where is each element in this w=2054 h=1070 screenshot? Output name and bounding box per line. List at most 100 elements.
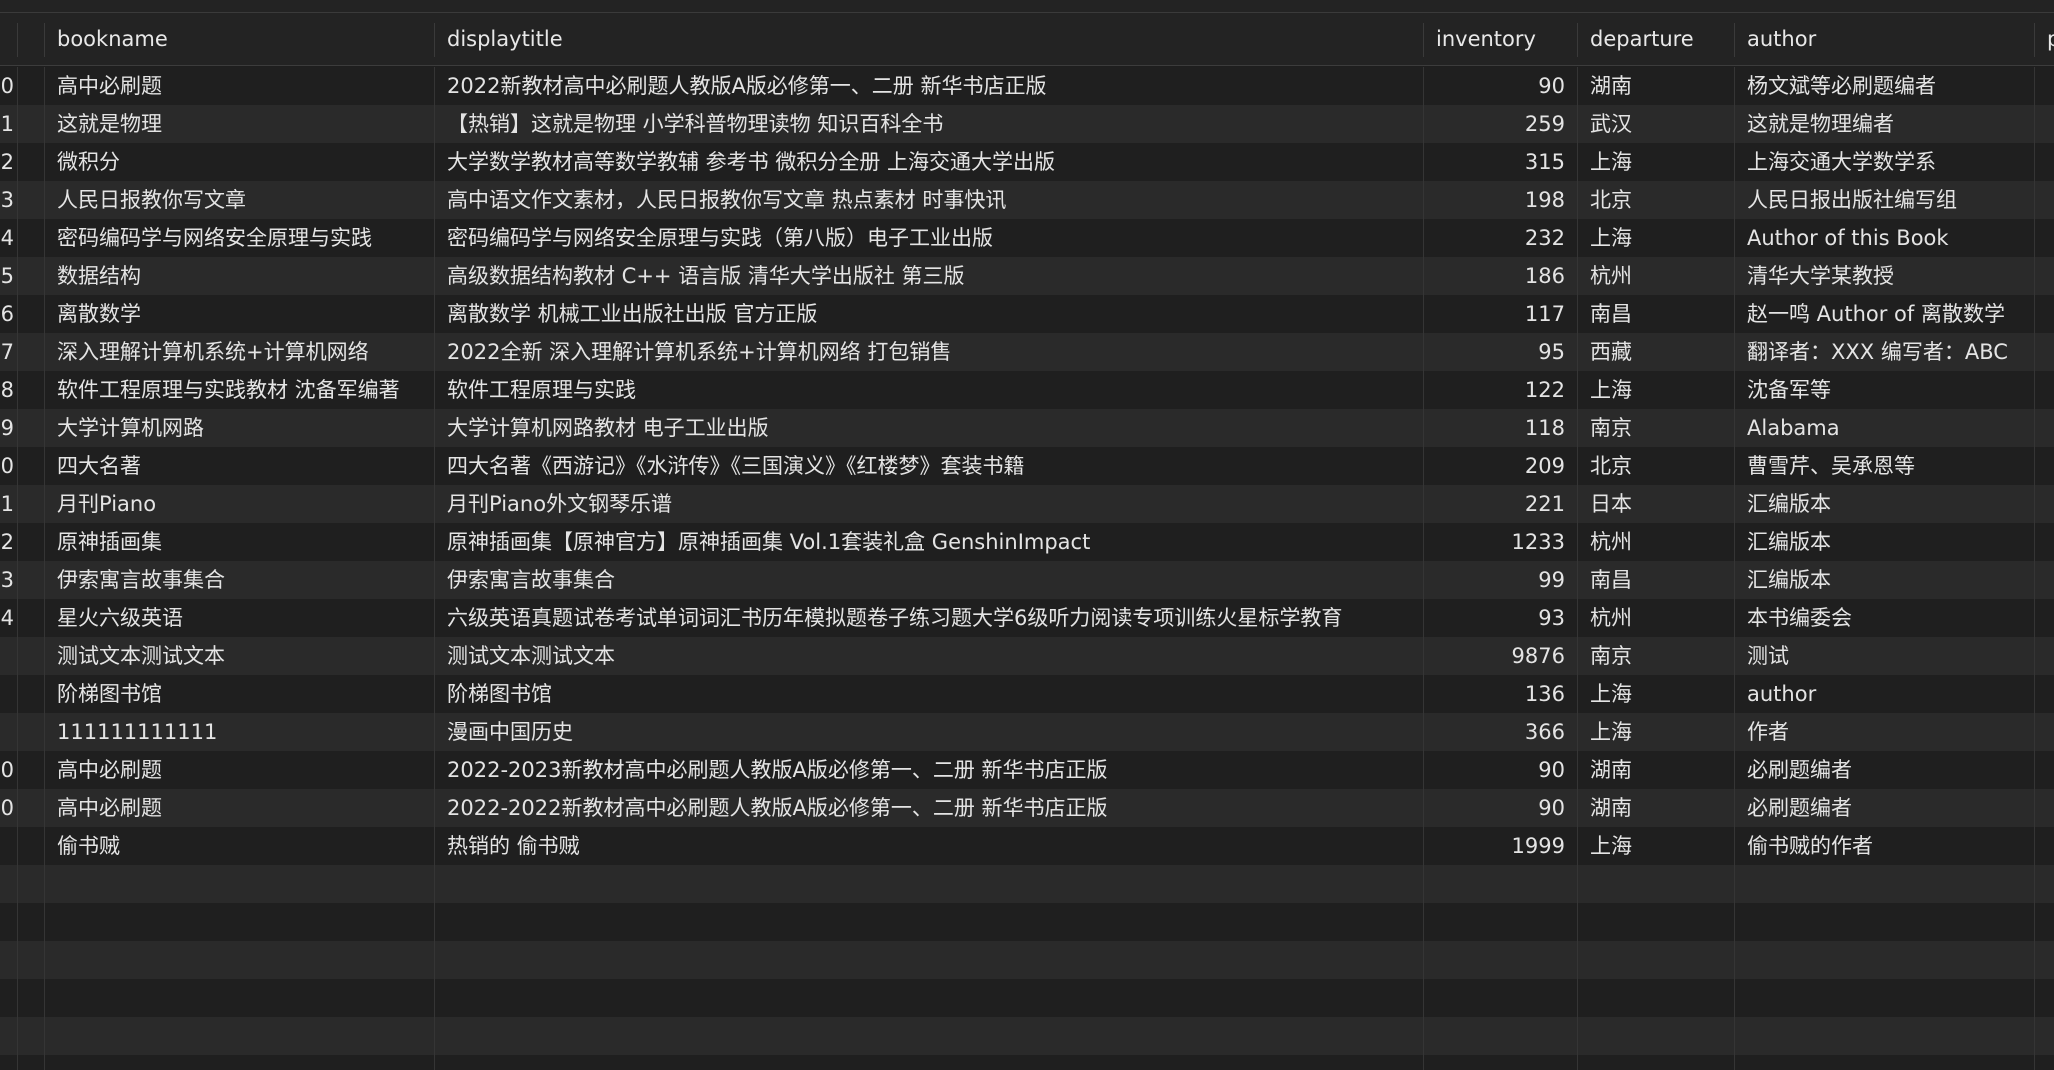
cell-displaytitle[interactable]: 六级英语真题试卷考试单词词汇书历年模拟题卷子练习题大学6级听力阅读专项训练火星标… — [434, 599, 1423, 637]
cell-departure[interactable]: 南昌 — [1577, 561, 1734, 599]
cell-displaytitle[interactable]: 2022-2022新教材高中必刷题人教版A版必修第一、二册 新华书店正版 — [434, 789, 1423, 827]
cell-departure[interactable]: 杭州 — [1577, 599, 1734, 637]
table-row[interactable]: 2 微积分 大学数学教材高等数学教辅 参考书 微积分全册 上海交通大学出版 315 上海… — [0, 143, 2054, 181]
cell-inventory[interactable]: 9876 — [1423, 637, 1577, 675]
cell-displaytitle[interactable]: 软件工程原理与实践 — [434, 371, 1423, 409]
cell-departure[interactable]: 北京 — [1577, 447, 1734, 485]
cell-author[interactable]: 必刷题编者 — [1734, 751, 2034, 789]
cell-departure[interactable]: 西藏 — [1577, 333, 1734, 371]
cell-inventory[interactable]: 232 — [1423, 219, 1577, 257]
cell-index[interactable]: 4 — [0, 219, 14, 257]
cell-displaytitle[interactable]: 高中语文作文素材，人民日报教你写文章 热点素材 时事快讯 — [434, 181, 1423, 219]
cell-index[interactable]: 1 — [0, 485, 14, 523]
empty-row[interactable] — [0, 979, 2054, 1017]
cell-inventory[interactable]: 186 — [1423, 257, 1577, 295]
cell-departure[interactable]: 上海 — [1577, 675, 1734, 713]
cell-departure[interactable]: 湖南 — [1577, 67, 1734, 105]
cell-inventory[interactable]: 90 — [1423, 751, 1577, 789]
cell-displaytitle[interactable]: 伊索寓言故事集合 — [434, 561, 1423, 599]
cell-departure[interactable]: 上海 — [1577, 219, 1734, 257]
cell-bookname[interactable]: 这就是物理 — [44, 105, 434, 143]
cell-displaytitle[interactable]: 漫画中国历史 — [434, 713, 1423, 751]
cell-index[interactable] — [0, 675, 14, 713]
column-divider[interactable] — [1734, 23, 1735, 57]
cell-index[interactable]: 0 — [0, 67, 14, 105]
cell-author[interactable]: 清华大学某教授 — [1734, 257, 2034, 295]
cell-index[interactable]: 3 — [0, 561, 14, 599]
cell-index[interactable]: 5 — [0, 257, 14, 295]
cell-displaytitle[interactable]: 月刊Piano外文钢琴乐谱 — [434, 485, 1423, 523]
cell-index[interactable] — [0, 827, 14, 865]
empty-row[interactable] — [0, 1017, 2054, 1055]
table-row[interactable]: 偷书贼 热销的 偷书贼 1999 上海 偷书贼的作者 — [0, 827, 2054, 865]
table-row[interactable]: 2 原神插画集 原神插画集【原神官方】原神插画集 Vol.1套装礼盒 Genshin… — [0, 523, 2054, 561]
column-header-departure[interactable]: departure — [1577, 13, 1734, 65]
cell-inventory[interactable]: 95 — [1423, 333, 1577, 371]
cell-departure[interactable]: 杭州 — [1577, 523, 1734, 561]
cell-displaytitle[interactable]: 高级数据结构教材 C++ 语言版 清华大学出版社 第三版 — [434, 257, 1423, 295]
cell-departure[interactable]: 日本 — [1577, 485, 1734, 523]
cell-bookname[interactable]: 伊索寓言故事集合 — [44, 561, 434, 599]
cell-index[interactable]: 4 — [0, 599, 14, 637]
cell-displaytitle[interactable]: 离散数学 机械工业出版社出版 官方正版 — [434, 295, 1423, 333]
cell-inventory[interactable]: 221 — [1423, 485, 1577, 523]
cell-displaytitle[interactable]: 2022-2023新教材高中必刷题人教版A版必修第一、二册 新华书店正版 — [434, 751, 1423, 789]
cell-author[interactable]: 汇编版本 — [1734, 485, 2034, 523]
cell-bookname[interactable]: 原神插画集 — [44, 523, 434, 561]
cell-bookname[interactable]: 测试文本测试文本 — [44, 637, 434, 675]
cell-index[interactable]: 3 — [0, 181, 14, 219]
column-header-author[interactable]: author — [1734, 13, 2034, 65]
table-row[interactable]: 5 数据结构 高级数据结构教材 C++ 语言版 清华大学出版社 第三版 186 杭州 清华… — [0, 257, 2054, 295]
cell-departure[interactable]: 南京 — [1577, 409, 1734, 447]
cell-author[interactable]: 人民日报出版社编写组 — [1734, 181, 2034, 219]
column-divider[interactable] — [434, 23, 435, 57]
cell-inventory[interactable]: 117 — [1423, 295, 1577, 333]
cell-departure[interactable]: 杭州 — [1577, 257, 1734, 295]
cell-index[interactable]: 0 — [0, 447, 14, 485]
cell-displaytitle[interactable]: 2022全新 深入理解计算机系统+计算机网络 打包销售 — [434, 333, 1423, 371]
table-row[interactable]: 1 月刊Piano 月刊Piano外文钢琴乐谱 221 日本 汇编版本 — [0, 485, 2054, 523]
cell-author[interactable]: author — [1734, 675, 2034, 713]
cell-displaytitle[interactable]: 测试文本测试文本 — [434, 637, 1423, 675]
cell-author[interactable]: 这就是物理编者 — [1734, 105, 2034, 143]
table-row[interactable]: 0 四大名著 四大名著《西游记》《水浒传》《三国演义》《红楼梦》套装书籍 209 北京曹… — [0, 447, 2054, 485]
cell-inventory[interactable]: 99 — [1423, 561, 1577, 599]
table-row[interactable]: 111111111111 漫画中国历史 366 上海 作者 — [0, 713, 2054, 751]
cell-inventory[interactable]: 90 — [1423, 789, 1577, 827]
table-row[interactable]: 0 高中必刷题 2022新教材高中必刷题人教版A版必修第一、二册 新华书店正版 90 湖… — [0, 67, 2054, 105]
cell-departure[interactable]: 上海 — [1577, 827, 1734, 865]
cell-inventory[interactable]: 259 — [1423, 105, 1577, 143]
cell-index[interactable]: 0 — [0, 789, 14, 827]
column-header-bookname[interactable]: bookname — [44, 13, 434, 65]
cell-bookname[interactable]: 密码编码学与网络安全原理与实践 — [44, 219, 434, 257]
cell-index[interactable]: 7 — [0, 333, 14, 371]
cell-bookname[interactable]: 四大名著 — [44, 447, 434, 485]
cell-bookname[interactable]: 离散数学 — [44, 295, 434, 333]
cell-bookname[interactable]: 偷书贼 — [44, 827, 434, 865]
cell-departure[interactable]: 上海 — [1577, 713, 1734, 751]
empty-row[interactable] — [0, 941, 2054, 979]
cell-author[interactable]: 必刷题编者 — [1734, 789, 2034, 827]
cell-departure[interactable]: 湖南 — [1577, 789, 1734, 827]
table-row[interactable]: 3 人民日报教你写文章 高中语文作文素材，人民日报教你写文章 热点素材 时事快讯 19… — [0, 181, 2054, 219]
cell-author[interactable]: Alabama — [1734, 409, 2034, 447]
empty-row[interactable] — [0, 903, 2054, 941]
cell-bookname[interactable]: 深入理解计算机系统+计算机网络 — [44, 333, 434, 371]
cell-displaytitle[interactable]: 2022新教材高中必刷题人教版A版必修第一、二册 新华书店正版 — [434, 67, 1423, 105]
table-row[interactable]: 8 软件工程原理与实践教材 沈备军编著 软件工程原理与实践 122 上海 沈备军等 — [0, 371, 2054, 409]
cell-departure[interactable]: 武汉 — [1577, 105, 1734, 143]
cell-inventory[interactable]: 93 — [1423, 599, 1577, 637]
cell-index[interactable]: 2 — [0, 523, 14, 561]
column-header-displaytitle[interactable]: displaytitle — [434, 13, 1423, 65]
cell-index[interactable]: 0 — [0, 751, 14, 789]
table-row[interactable]: 4 密码编码学与网络安全原理与实践 密码编码学与网络安全原理与实践（第八版）电子工业… — [0, 219, 2054, 257]
cell-bookname[interactable]: 星火六级英语 — [44, 599, 434, 637]
cell-displaytitle[interactable]: 大学数学教材高等数学教辅 参考书 微积分全册 上海交通大学出版 — [434, 143, 1423, 181]
cell-author[interactable]: 赵一鸣 Author of 离散数学 — [1734, 295, 2034, 333]
cell-index[interactable] — [0, 637, 14, 675]
cell-bookname[interactable]: 软件工程原理与实践教材 沈备军编著 — [44, 371, 434, 409]
cell-departure[interactable]: 南京 — [1577, 637, 1734, 675]
cell-author[interactable]: 偷书贼的作者 — [1734, 827, 2034, 865]
cell-bookname[interactable]: 111111111111 — [44, 713, 434, 751]
cell-bookname[interactable]: 高中必刷题 — [44, 751, 434, 789]
